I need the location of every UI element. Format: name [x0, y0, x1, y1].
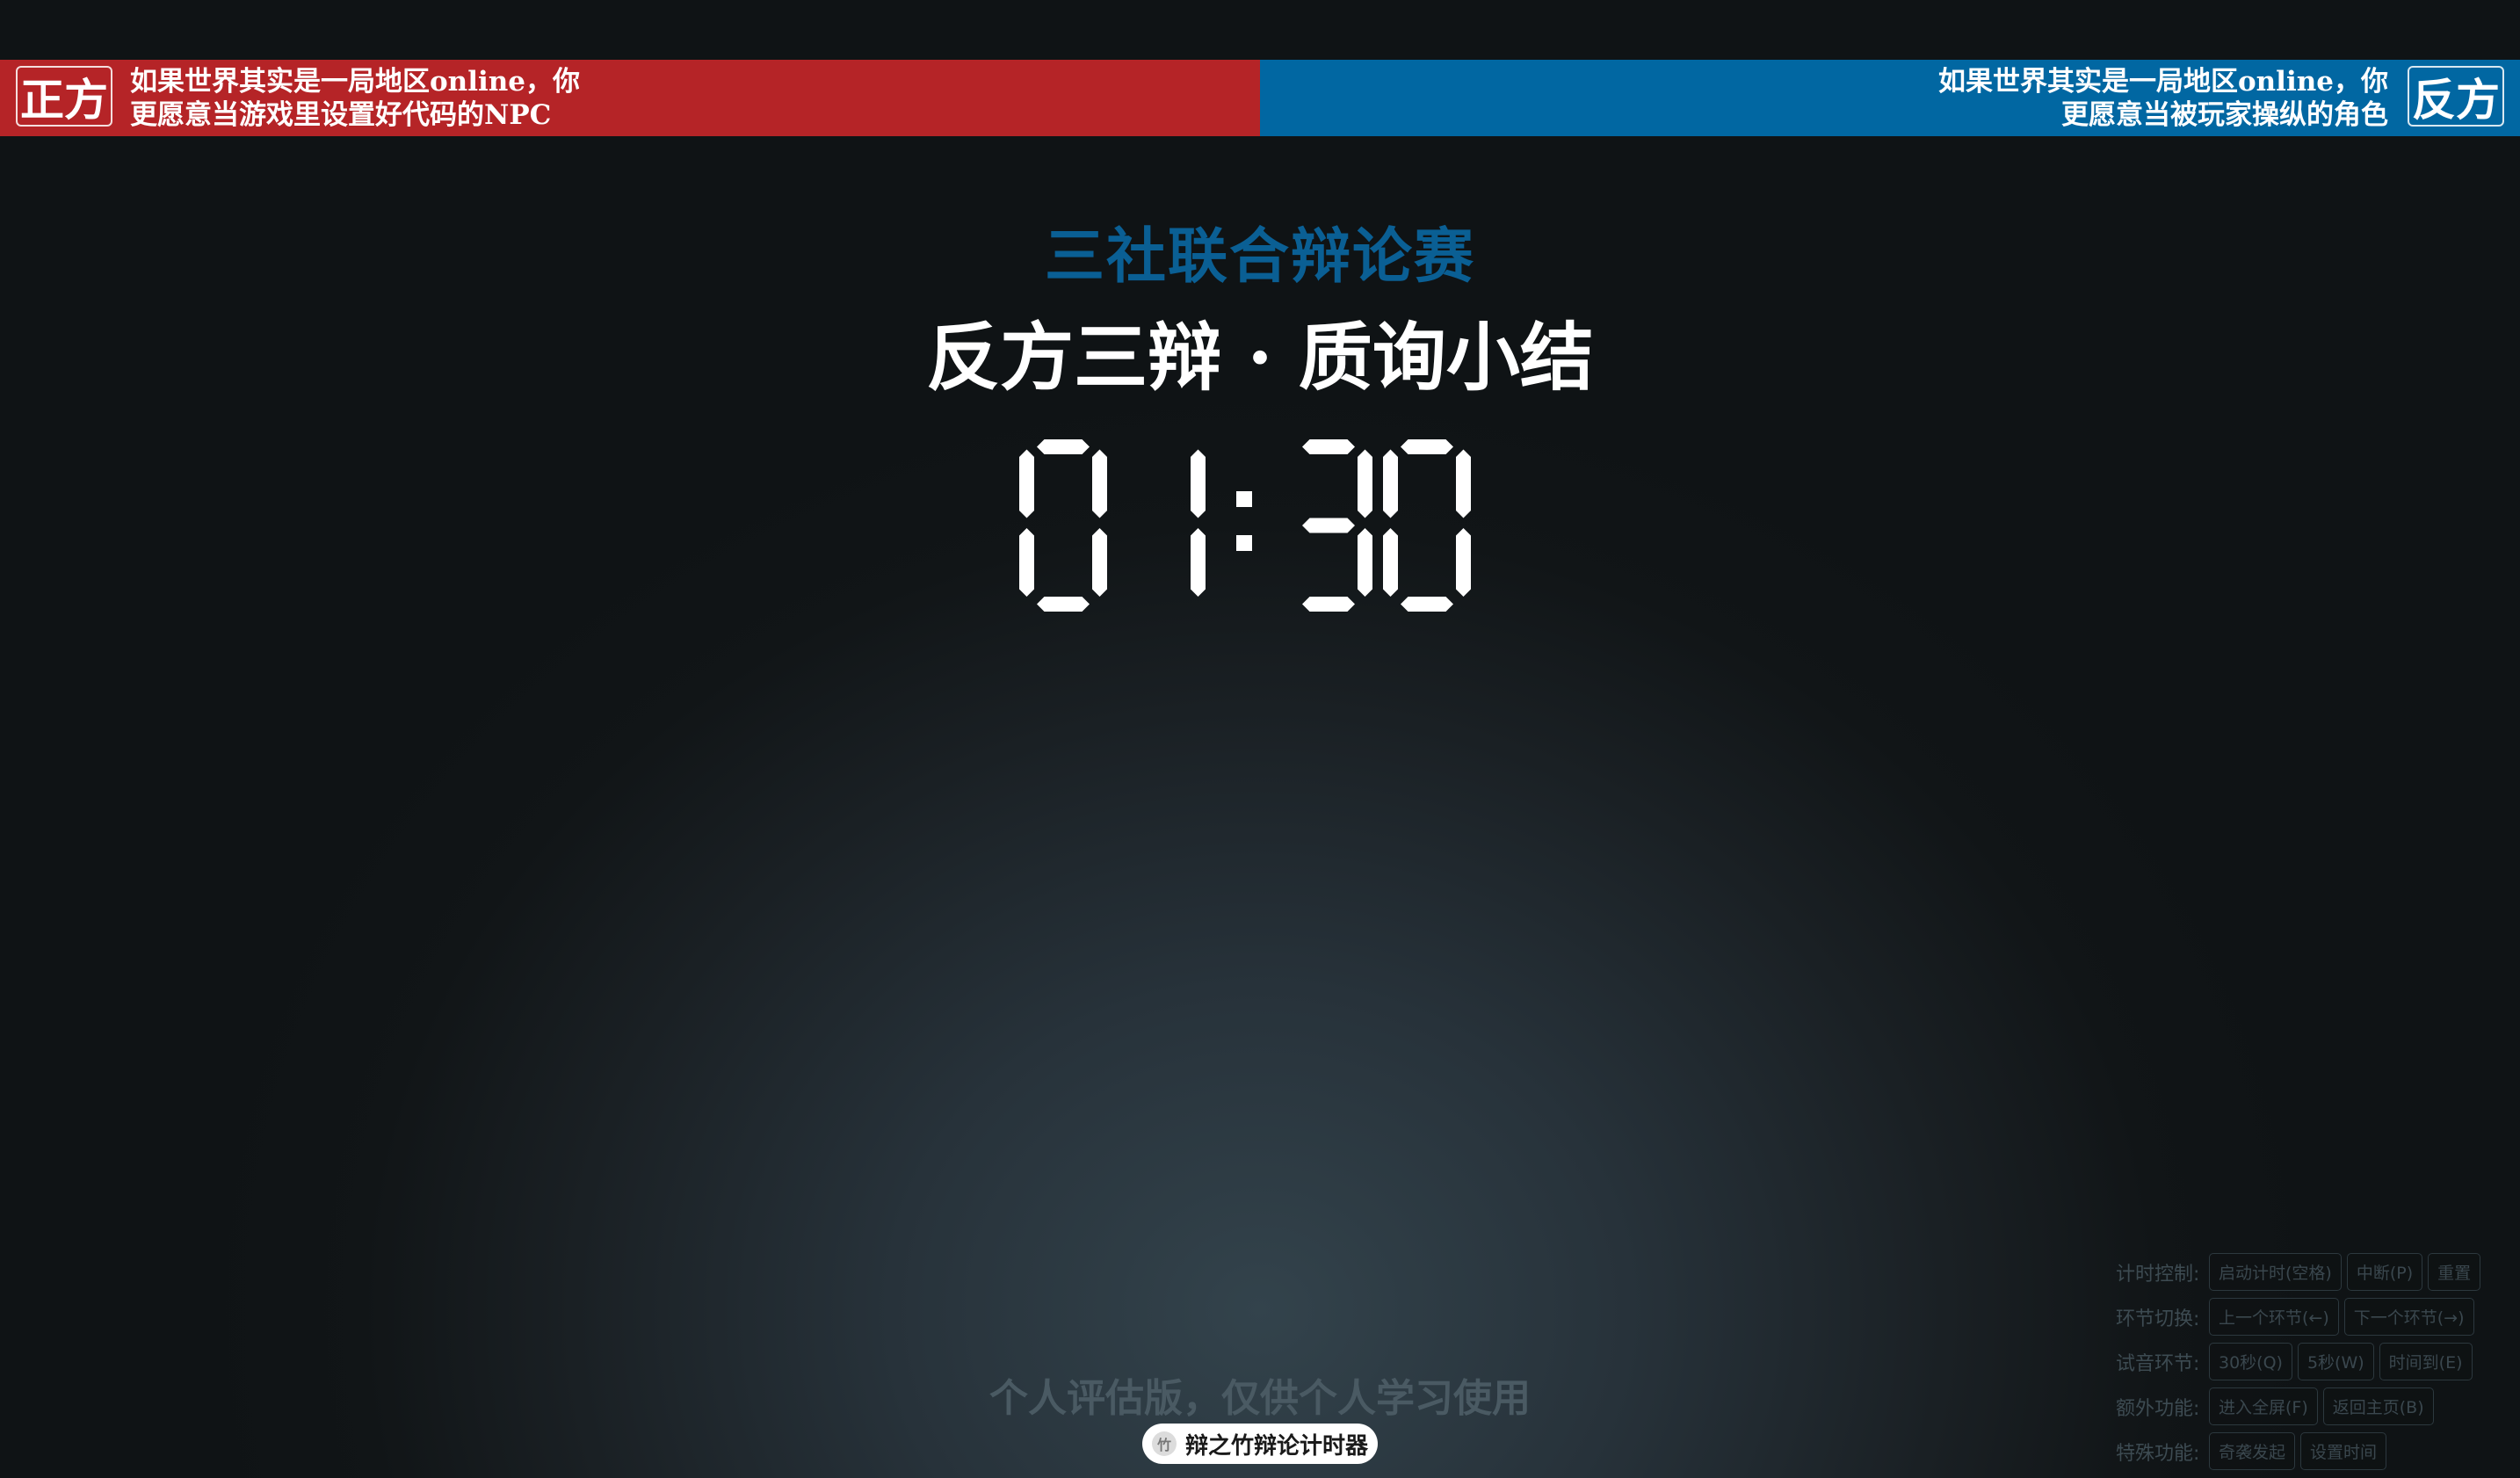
- timer-digit-3: [1383, 439, 1471, 612]
- control-row: 特殊功能: 奇袭发起 设置时间: [2116, 1429, 2511, 1474]
- negative-badge: 反方: [2408, 66, 2504, 127]
- affirmative-motion-line1: 如果世界其实是一局地区online，你: [130, 66, 581, 98]
- control-button[interactable]: 返回主页(B): [2322, 1387, 2434, 1425]
- timer-digit-2: [1302, 439, 1372, 612]
- control-row-label: 计时控制:: [2116, 1263, 2200, 1286]
- timer-digit-1: [1191, 449, 1206, 597]
- event-title: 三社联合辩论赛: [1044, 221, 1475, 292]
- control-button[interactable]: 奇袭发起: [2209, 1432, 2296, 1470]
- affirmative-badge: 正方: [16, 66, 112, 127]
- control-row-label: 额外功能:: [2116, 1397, 2200, 1420]
- control-row: 额外功能: 进入全屏(F) 返回主页(B): [2116, 1384, 2511, 1429]
- control-row-label: 特殊功能:: [2116, 1442, 2200, 1465]
- control-row: 环节切换: 上一个环节(←) 下一个环节(→): [2116, 1294, 2511, 1339]
- control-row-label: 试音环节:: [2116, 1352, 2200, 1375]
- control-button[interactable]: 重置: [2428, 1253, 2481, 1291]
- control-button[interactable]: 下一个环节(→): [2343, 1298, 2474, 1336]
- control-panel: 计时控制: 启动计时(空格) 中断(P) 重置环节切换: 上一个环节(←) 下一个环节(→…: [2116, 1250, 2511, 1474]
- negative-motion: 如果世界其实是一局地区online，你 更愿意当被玩家操纵的角色: [1938, 65, 2388, 132]
- affirmative-motion: 如果世界其实是一局地区online，你 更愿意当游戏里设置好代码的NPC: [130, 65, 580, 132]
- bamboo-logo-icon: 竹: [1151, 1431, 1177, 1456]
- sides-banner: 正方 如果世界其实是一局地区online，你 更愿意当游戏里设置好代码的NPC …: [0, 60, 2520, 136]
- stage-title: 反方三辩 · 质询小结: [926, 314, 1594, 401]
- timer-colon: [1236, 491, 1252, 551]
- control-button[interactable]: 上一个环节(←): [2209, 1298, 2339, 1336]
- control-button[interactable]: 30秒(Q): [2209, 1343, 2292, 1380]
- brand-badge[interactable]: 竹 辩之竹辩论计时器: [1142, 1424, 1378, 1464]
- countdown-display: [1019, 439, 1471, 612]
- countdown-timer: [1019, 439, 1501, 615]
- control-button[interactable]: 启动计时(空格): [2209, 1253, 2342, 1291]
- control-button[interactable]: 进入全屏(F): [2209, 1387, 2318, 1425]
- brand-label: 辩之竹辩论计时器: [1184, 1432, 1368, 1460]
- negative-motion-line1: 如果世界其实是一局地区online，你: [1937, 66, 2388, 98]
- control-button[interactable]: 5秒(W): [2297, 1343, 2374, 1380]
- negative-panel: 如果世界其实是一局地区online，你 更愿意当被玩家操纵的角色 反方: [1260, 60, 2520, 136]
- negative-motion-line2: 更愿意当被玩家操纵的角色: [2061, 99, 2388, 131]
- control-button[interactable]: 设置时间: [2300, 1432, 2387, 1470]
- control-button[interactable]: 中断(P): [2346, 1253, 2423, 1291]
- control-row: 计时控制: 启动计时(空格) 中断(P) 重置: [2116, 1250, 2511, 1294]
- control-button[interactable]: 时间到(E): [2379, 1343, 2473, 1380]
- affirmative-panel: 正方 如果世界其实是一局地区online，你 更愿意当游戏里设置好代码的NPC: [0, 60, 1260, 136]
- affirmative-motion-line2: 更愿意当游戏里设置好代码的NPC: [130, 99, 552, 131]
- control-row: 试音环节: 30秒(Q) 5秒(W) 时间到(E): [2116, 1339, 2511, 1384]
- timer-digit-0: [1019, 439, 1107, 612]
- control-row-label: 环节切换:: [2116, 1308, 2200, 1330]
